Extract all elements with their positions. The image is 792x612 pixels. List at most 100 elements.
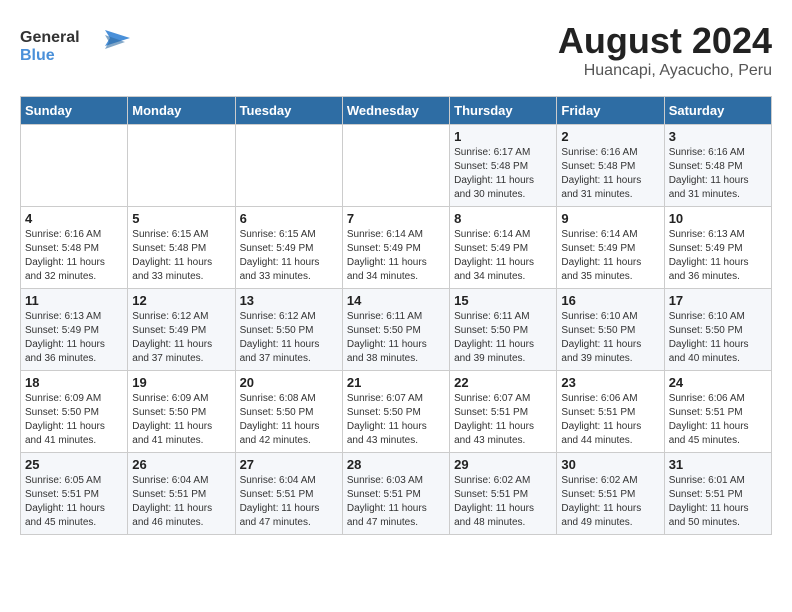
calendar-cell: 17 Sunrise: 6:10 AM Sunset: 5:50 PM Dayli… — [664, 289, 771, 371]
day-info: Sunrise: 6:08 AM Sunset: 5:50 PM Dayligh… — [240, 392, 338, 448]
day-info: Sunrise: 6:07 AM Sunset: 5:51 PM Dayligh… — [454, 392, 552, 448]
day-number: 6 — [240, 211, 338, 226]
day-info: Sunrise: 6:09 AM Sunset: 5:50 PM Dayligh… — [25, 392, 123, 448]
day-number: 2 — [561, 129, 659, 144]
calendar-header-row: SundayMondayTuesdayWednesdayThursdayFrid… — [21, 97, 772, 125]
day-number: 16 — [561, 293, 659, 308]
day-number: 11 — [25, 293, 123, 308]
day-info: Sunrise: 6:04 AM Sunset: 5:51 PM Dayligh… — [240, 474, 338, 530]
day-info: Sunrise: 6:14 AM Sunset: 5:49 PM Dayligh… — [454, 228, 552, 284]
day-info: Sunrise: 6:06 AM Sunset: 5:51 PM Dayligh… — [669, 392, 767, 448]
calendar-cell: 29Sunrise: 6:02 AM Sunset: 5:51 PM Dayli… — [450, 453, 557, 535]
calendar-header-friday: Friday — [557, 97, 664, 125]
day-number: 26 — [132, 457, 230, 472]
day-number: 13 — [240, 293, 338, 308]
calendar-header-thursday: Thursday — [450, 97, 557, 125]
calendar-cell: 28 Sunrise: 6:03 AM Sunset: 5:51 PM Dayli… — [342, 453, 449, 535]
calendar-week-1: 1 Sunrise: 6:17 AM Sunset: 5:48 PM Daylig… — [21, 125, 772, 207]
calendar-header-sunday: Sunday — [21, 97, 128, 125]
day-number: 27 — [240, 457, 338, 472]
day-info: Sunrise: 6:13 AM Sunset: 5:49 PM Dayligh… — [669, 228, 767, 284]
calendar-header-saturday: Saturday — [664, 97, 771, 125]
day-info: Sunrise: 6:07 AM Sunset: 5:50 PM Dayligh… — [347, 392, 445, 448]
calendar-cell — [21, 125, 128, 207]
calendar-cell — [342, 125, 449, 207]
calendar-cell: 25Sunrise: 6:05 AM Sunset: 5:51 PM Dayli… — [21, 453, 128, 535]
calendar-cell: 23 Sunrise: 6:06 AM Sunset: 5:51 PM Dayli… — [557, 371, 664, 453]
calendar-cell — [128, 125, 235, 207]
day-info: Sunrise: 6:13 AM Sunset: 5:49 PM Dayligh… — [25, 310, 123, 366]
day-number: 7 — [347, 211, 445, 226]
day-number: 14 — [347, 293, 445, 308]
calendar-cell: 5 Sunrise: 6:15 AM Sunset: 5:48 PM Daylig… — [128, 207, 235, 289]
calendar-cell: 30Sunrise: 6:02 AM Sunset: 5:51 PM Dayli… — [557, 453, 664, 535]
day-info: Sunrise: 6:16 AM Sunset: 5:48 PM Dayligh… — [561, 146, 659, 202]
calendar-cell: 18 Sunrise: 6:09 AM Sunset: 5:50 PM Dayli… — [21, 371, 128, 453]
day-info: Sunrise: 6:15 AM Sunset: 5:48 PM Dayligh… — [132, 228, 230, 284]
calendar-cell: 21Sunrise: 6:07 AM Sunset: 5:50 PM Dayli… — [342, 371, 449, 453]
calendar-header-wednesday: Wednesday — [342, 97, 449, 125]
calendar-cell: 16 Sunrise: 6:10 AM Sunset: 5:50 PM Dayli… — [557, 289, 664, 371]
day-number: 31 — [669, 457, 767, 472]
logo-svg: General Blue — [20, 20, 130, 70]
calendar-cell: 11 Sunrise: 6:13 AM Sunset: 5:49 PM Dayli… — [21, 289, 128, 371]
day-info: Sunrise: 6:11 AM Sunset: 5:50 PM Dayligh… — [454, 310, 552, 366]
day-info: Sunrise: 6:01 AM Sunset: 5:51 PM Dayligh… — [669, 474, 767, 530]
day-number: 17 — [669, 293, 767, 308]
title-block: August 2024 Huancapi, Ayacucho, Peru — [558, 20, 772, 80]
day-info: Sunrise: 6:10 AM Sunset: 5:50 PM Dayligh… — [669, 310, 767, 366]
calendar-header-monday: Monday — [128, 97, 235, 125]
calendar-week-5: 25Sunrise: 6:05 AM Sunset: 5:51 PM Dayli… — [21, 453, 772, 535]
day-info: Sunrise: 6:02 AM Sunset: 5:51 PM Dayligh… — [454, 474, 552, 530]
calendar-cell: 24 Sunrise: 6:06 AM Sunset: 5:51 PM Dayli… — [664, 371, 771, 453]
calendar-cell: 15 Sunrise: 6:11 AM Sunset: 5:50 PM Dayli… — [450, 289, 557, 371]
calendar-cell: 4Sunrise: 6:16 AM Sunset: 5:48 PM Daylig… — [21, 207, 128, 289]
calendar-cell: 22 Sunrise: 6:07 AM Sunset: 5:51 PM Dayli… — [450, 371, 557, 453]
day-number: 18 — [25, 375, 123, 390]
day-number: 9 — [561, 211, 659, 226]
day-number: 15 — [454, 293, 552, 308]
page-header: General Blue August 2024 Huancapi, Ayacu… — [20, 20, 772, 80]
day-info: Sunrise: 6:16 AM Sunset: 5:48 PM Dayligh… — [25, 228, 123, 284]
calendar-title: August 2024 — [558, 20, 772, 62]
logo-text: General Blue — [20, 20, 130, 75]
calendar-cell: 26 Sunrise: 6:04 AM Sunset: 5:51 PM Dayli… — [128, 453, 235, 535]
day-number: 5 — [132, 211, 230, 226]
day-info: Sunrise: 6:12 AM Sunset: 5:49 PM Dayligh… — [132, 310, 230, 366]
day-info: Sunrise: 6:11 AM Sunset: 5:50 PM Dayligh… — [347, 310, 445, 366]
day-info: Sunrise: 6:04 AM Sunset: 5:51 PM Dayligh… — [132, 474, 230, 530]
svg-text:General: General — [20, 29, 80, 46]
calendar-cell: 1 Sunrise: 6:17 AM Sunset: 5:48 PM Daylig… — [450, 125, 557, 207]
calendar-cell: 10Sunrise: 6:13 AM Sunset: 5:49 PM Dayli… — [664, 207, 771, 289]
calendar-header-tuesday: Tuesday — [235, 97, 342, 125]
day-info: Sunrise: 6:03 AM Sunset: 5:51 PM Dayligh… — [347, 474, 445, 530]
day-info: Sunrise: 6:06 AM Sunset: 5:51 PM Dayligh… — [561, 392, 659, 448]
day-info: Sunrise: 6:12 AM Sunset: 5:50 PM Dayligh… — [240, 310, 338, 366]
calendar-cell: 20Sunrise: 6:08 AM Sunset: 5:50 PM Dayli… — [235, 371, 342, 453]
day-info: Sunrise: 6:09 AM Sunset: 5:50 PM Dayligh… — [132, 392, 230, 448]
calendar-cell: 12 Sunrise: 6:12 AM Sunset: 5:49 PM Dayli… — [128, 289, 235, 371]
day-info: Sunrise: 6:17 AM Sunset: 5:48 PM Dayligh… — [454, 146, 552, 202]
day-number: 23 — [561, 375, 659, 390]
day-number: 25 — [25, 457, 123, 472]
day-number: 28 — [347, 457, 445, 472]
calendar-cell: 19 Sunrise: 6:09 AM Sunset: 5:50 PM Dayli… — [128, 371, 235, 453]
day-number: 24 — [669, 375, 767, 390]
calendar-cell: 3Sunrise: 6:16 AM Sunset: 5:48 PM Daylig… — [664, 125, 771, 207]
day-info: Sunrise: 6:02 AM Sunset: 5:51 PM Dayligh… — [561, 474, 659, 530]
day-number: 3 — [669, 129, 767, 144]
logo: General Blue — [20, 20, 130, 75]
day-number: 22 — [454, 375, 552, 390]
day-number: 8 — [454, 211, 552, 226]
calendar-cell: 27 Sunrise: 6:04 AM Sunset: 5:51 PM Dayli… — [235, 453, 342, 535]
day-info: Sunrise: 6:10 AM Sunset: 5:50 PM Dayligh… — [561, 310, 659, 366]
day-number: 12 — [132, 293, 230, 308]
day-number: 19 — [132, 375, 230, 390]
calendar-cell: 7Sunrise: 6:14 AM Sunset: 5:49 PM Daylig… — [342, 207, 449, 289]
day-number: 1 — [454, 129, 552, 144]
calendar-cell: 8 Sunrise: 6:14 AM Sunset: 5:49 PM Daylig… — [450, 207, 557, 289]
calendar-subtitle: Huancapi, Ayacucho, Peru — [558, 62, 772, 80]
calendar-week-2: 4Sunrise: 6:16 AM Sunset: 5:48 PM Daylig… — [21, 207, 772, 289]
calendar-cell — [235, 125, 342, 207]
svg-text:Blue: Blue — [20, 47, 55, 64]
